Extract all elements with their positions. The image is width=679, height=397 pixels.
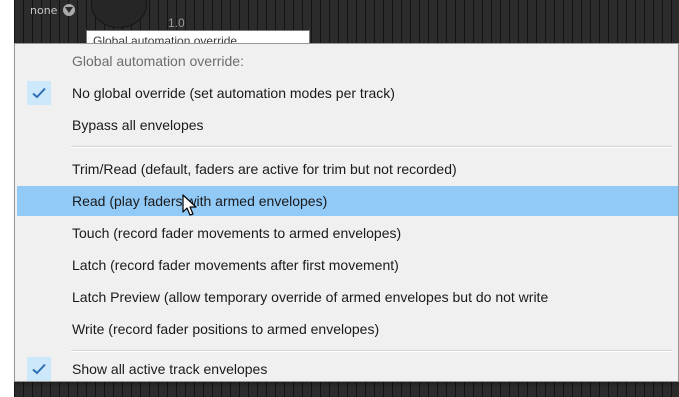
menu-item-label: Touch (record fader movements to armed e… — [72, 225, 402, 241]
menu-item-show-all-envelopes[interactable]: Show all active track envelopes — [17, 354, 678, 384]
menu-item-label: Latch (record fader movements after firs… — [72, 257, 399, 273]
knob-value: 1.0 — [168, 16, 185, 30]
menu-item-bypass-all-envelopes[interactable]: Bypass all envelopes — [17, 110, 678, 140]
menu-item-trim-read[interactable]: Trim/Read (default, faders are active fo… — [17, 154, 678, 184]
menu-header: Global automation override: — [17, 46, 678, 76]
menu-item-label: Bypass all envelopes — [72, 117, 204, 133]
menu-item-touch[interactable]: Touch (record fader movements to armed e… — [17, 218, 678, 248]
menu-item-latch-preview[interactable]: Latch Preview (allow temporary override … — [17, 282, 678, 312]
menu-item-label: Trim/Read (default, faders are active fo… — [72, 161, 457, 177]
menu-separator — [71, 146, 672, 148]
menu-item-write[interactable]: Write (record fader positions to armed e… — [17, 314, 678, 344]
menu-item-read[interactable]: Read (play faders with armed envelopes) — [17, 186, 678, 216]
check-icon — [27, 357, 51, 381]
menu-item-latch[interactable]: Latch (record fader movements after firs… — [17, 250, 678, 280]
menu-item-label: Latch Preview (allow temporary override … — [72, 289, 549, 305]
chevron-down-icon[interactable] — [63, 4, 75, 16]
track-strip-bottom — [14, 382, 679, 397]
menu-item-label: Read (play faders with armed envelopes) — [72, 193, 328, 209]
menu-item-label: Show all active track envelopes — [72, 361, 268, 377]
check-icon — [27, 81, 51, 105]
menu-item-label: Write (record fader positions to armed e… — [72, 321, 380, 337]
menu-item-label: No global override (set automation modes… — [72, 85, 395, 101]
automation-mode-label: none — [30, 4, 58, 17]
menu-separator — [71, 350, 672, 352]
automation-override-menu: Global automation override: No global ov… — [14, 43, 679, 382]
menu-item-no-global-override[interactable]: No global override (set automation modes… — [17, 78, 678, 108]
menu-header-label: Global automation override: — [72, 53, 244, 69]
